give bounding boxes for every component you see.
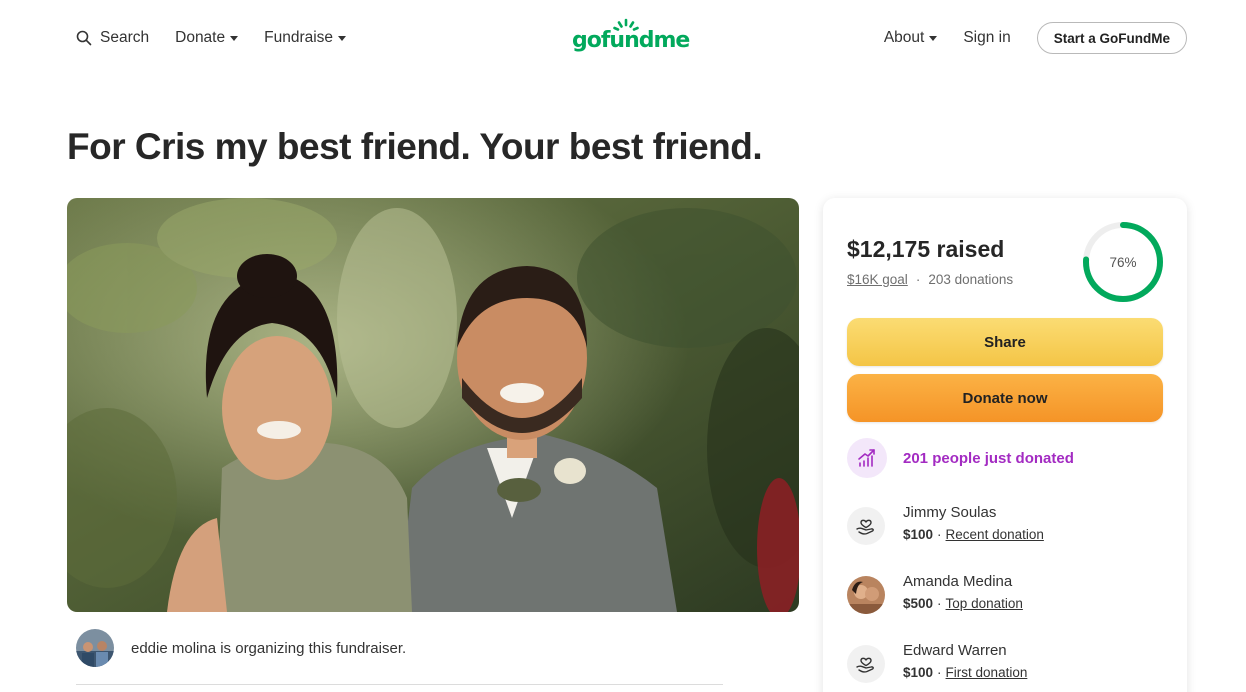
section-divider [76,684,723,685]
organizer-text: eddie molina is organizing this fundrais… [131,639,407,657]
trending-up-icon [847,438,887,478]
donor-amount: $100 [903,527,934,542]
donor-meta: $100 · First donation [903,665,1027,680]
donor-separator: · [937,527,942,542]
donor-meta: $100 · Recent donation [903,527,1044,542]
goal-separator: · [915,272,921,287]
chevron-down-icon [338,35,347,41]
donor-item: Edward Warren $100 · First donation [847,642,1027,683]
share-button[interactable]: Share [847,318,1163,366]
progress-ring: 76% [1081,220,1165,304]
search-icon [76,30,92,46]
header-nav-right: About Sign in Start a GoFundMe [884,22,1187,54]
start-gofundme-button[interactable]: Start a GoFundMe [1036,22,1187,54]
donor-amount: $500 [903,596,934,611]
donation-card: $12,175 raised $16K goal · 203 donations… [823,198,1187,692]
gofundme-logo[interactable]: gofundme [572,18,690,58]
organizer-row: eddie molina is organizing this fundrais… [76,629,406,667]
donate-now-button[interactable]: Donate now [847,374,1163,422]
donor-name: Jimmy Soulas [903,504,997,521]
donor-item: Amanda Medina $500 · Top donation [847,573,1023,614]
donor-tag-link[interactable]: First donation [946,665,1028,680]
search-link[interactable]: Search [76,29,149,47]
chevron-down-icon [929,35,938,41]
donate-menu[interactable]: Donate [175,29,239,47]
progress-percent: 76% [1109,254,1137,270]
recent-donations-text: 201 people just donated [903,449,1074,467]
donor-separator: · [937,665,942,680]
donor-meta: $500 · Top donation [903,596,1023,611]
donor-item: Jimmy Soulas $100 · Recent donation [847,504,1044,545]
recent-activity: 201 people just donated [847,438,1074,478]
about-menu[interactable]: About [884,29,938,47]
campaign-photo[interactable] [67,198,799,612]
donate-menu-label: Donate [175,29,226,46]
chevron-down-icon [230,35,239,41]
header-nav-left: Search Donate Fundraise [76,28,372,48]
fundraise-menu[interactable]: Fundraise [264,29,347,47]
campaign-title: For Cris my best friend. Your best frien… [67,126,763,167]
donor-name: Amanda Medina [903,573,1013,590]
donor-amount: $100 [903,665,934,680]
organizer-avatar[interactable] [76,629,114,667]
donor-tag-link[interactable]: Top donation [946,596,1023,611]
about-menu-label: About [883,29,925,46]
donor-separator: · [937,596,942,611]
donation-count: 203 donations [928,272,1014,287]
search-label: Search [100,29,150,46]
goal-summary: $16K goal · 203 donations [847,272,1013,287]
logo-wordmark: gofundme [572,28,690,53]
donor-name: Edward Warren [903,642,1007,659]
heart-hand-icon [847,507,885,545]
sign-in-link[interactable]: Sign in [963,29,1010,47]
goal-link[interactable]: $16K goal [847,272,908,287]
heart-hand-icon [847,645,885,683]
donor-tag-link[interactable]: Recent donation [946,527,1044,542]
fundraise-menu-label: Fundraise [264,29,334,46]
donor-avatar [847,576,885,614]
amount-raised: $12,175 raised [847,236,1005,262]
